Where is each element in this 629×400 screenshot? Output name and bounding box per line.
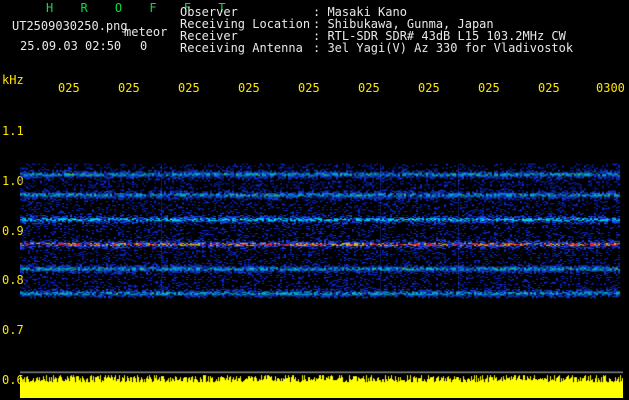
antenna-label: Receiving Antenna (180, 41, 303, 55)
timestamp-label: 25.09.03 02:50 (20, 39, 122, 53)
time-tick: 025 (298, 81, 320, 95)
meteor-count: 0 (140, 39, 148, 53)
time-tick: 025 (238, 81, 260, 95)
frequency-unit-label: kHz (2, 73, 24, 87)
time-tick: 025 (58, 81, 80, 95)
meteor-label: meteor (124, 25, 168, 39)
time-tick: 025 (478, 81, 500, 95)
time-tick: 025 (178, 81, 200, 95)
time-tick: 025 (538, 81, 560, 95)
filename-label: UT2509030250.png (12, 19, 128, 33)
spectrogram-canvas (20, 98, 623, 398)
time-tick: 025 (118, 81, 140, 95)
time-tick: 0300 (596, 81, 625, 95)
time-tick: 025 (358, 81, 380, 95)
antenna-value: : 3el Yagi(V) Az 330 for Vladivostok (313, 41, 574, 55)
time-tick: 025 (418, 81, 440, 95)
